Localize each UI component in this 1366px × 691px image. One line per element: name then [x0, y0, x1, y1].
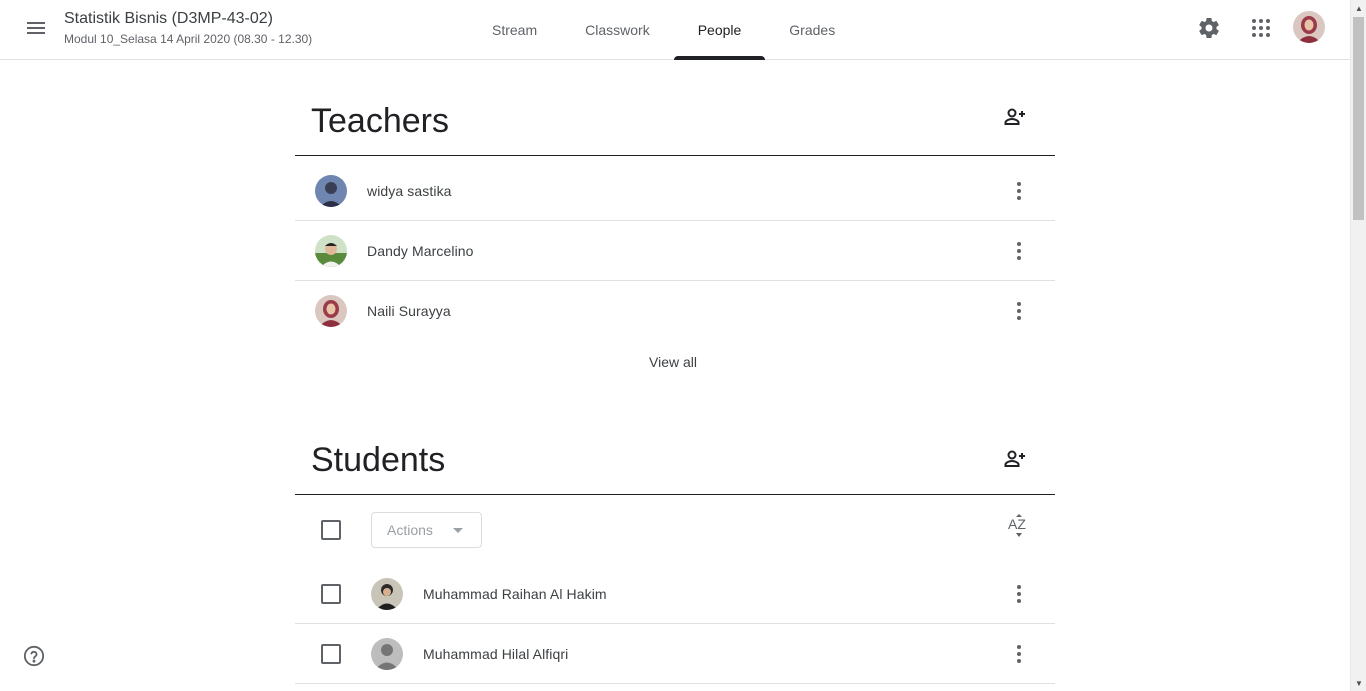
scroll-down-arrow-icon[interactable]: ▼: [1351, 675, 1366, 691]
teacher-name[interactable]: widya sastika: [367, 183, 452, 199]
avatar: [315, 174, 347, 207]
student-row: Muhammad Hilal Alfiqri: [295, 624, 1055, 684]
teacher-row: widya sastika: [295, 161, 1055, 221]
tab-classwork[interactable]: Classwork: [561, 0, 674, 60]
invite-teachers-button[interactable]: [995, 97, 1035, 137]
scrollbar-thumb[interactable]: [1353, 17, 1364, 220]
apps-button[interactable]: [1239, 6, 1283, 50]
students-title: Students: [311, 441, 446, 479]
teacher-row: Dandy Marcelino: [295, 221, 1055, 281]
help-icon: [23, 645, 45, 667]
gear-icon: [1199, 17, 1219, 38]
teacher-name[interactable]: Naili Surayya: [367, 303, 451, 319]
teacher-row: Naili Surayya: [295, 281, 1055, 341]
more-vert-icon: [1017, 644, 1021, 663]
sort-label: AZ: [1008, 516, 1026, 532]
page-scrollbar[interactable]: ▲ ▼: [1350, 0, 1366, 691]
class-tabs: Stream Classwork People Grades: [468, 0, 859, 60]
actions-dropdown[interactable]: Actions: [371, 512, 482, 548]
account-avatar[interactable]: [1293, 11, 1325, 43]
invite-students-button[interactable]: [995, 439, 1035, 479]
avatar: [371, 577, 403, 610]
more-vert-icon: [1017, 181, 1021, 200]
more-vert-icon: [1017, 241, 1021, 260]
menu-icon: [27, 22, 45, 34]
student-name[interactable]: Muhammad Raihan Al Hakim: [423, 586, 607, 602]
teacher-name[interactable]: Dandy Marcelino: [367, 243, 474, 259]
add-person-icon: [1004, 108, 1025, 125]
more-options-button[interactable]: [1001, 173, 1037, 209]
student-name[interactable]: Muhammad Hilal Alfiqri: [423, 646, 568, 662]
help-button[interactable]: [20, 642, 48, 670]
actions-label: Actions: [387, 522, 433, 538]
more-options-button[interactable]: [1001, 576, 1037, 612]
sort-button[interactable]: AZ: [1001, 509, 1037, 545]
avatar: [315, 234, 347, 267]
students-header: Students: [295, 399, 1055, 495]
student-checkbox[interactable]: [321, 584, 341, 604]
more-vert-icon: [1017, 302, 1021, 320]
apps-grid-icon: [1252, 19, 1270, 37]
class-subtitle: Modul 10_Selasa 14 April 2020 (08.30 - 1…: [64, 32, 313, 46]
settings-button[interactable]: [1187, 6, 1231, 50]
avatar: [315, 295, 347, 327]
more-vert-icon: [1017, 584, 1021, 603]
student-checkbox[interactable]: [321, 644, 341, 664]
main-menu-button[interactable]: [14, 6, 58, 50]
more-options-button[interactable]: [1001, 233, 1037, 269]
class-title[interactable]: Statistik Bisnis (D3MP-43-02): [64, 10, 273, 28]
tab-people[interactable]: People: [673, 0, 766, 60]
avatar: [371, 637, 403, 670]
more-options-button[interactable]: [1001, 636, 1037, 672]
select-all-checkbox[interactable]: [321, 520, 341, 540]
tab-stream[interactable]: Stream: [468, 0, 561, 60]
top-app-bar: Statistik Bisnis (D3MP-43-02) Modul 10_S…: [0, 0, 1350, 60]
sort-az-icon: AZ: [1008, 514, 1026, 537]
student-row: Muhammad Raihan Al Hakim: [295, 564, 1055, 624]
teachers-header: Teachers: [295, 60, 1055, 156]
view-all-teachers-button[interactable]: View all: [636, 346, 710, 378]
more-options-button[interactable]: [1001, 293, 1037, 329]
dropdown-arrow-icon: [453, 528, 463, 533]
tab-grades[interactable]: Grades: [765, 0, 859, 60]
scroll-up-arrow-icon[interactable]: ▲: [1351, 0, 1366, 16]
teachers-title: Teachers: [311, 102, 449, 140]
add-person-icon: [1004, 450, 1025, 467]
